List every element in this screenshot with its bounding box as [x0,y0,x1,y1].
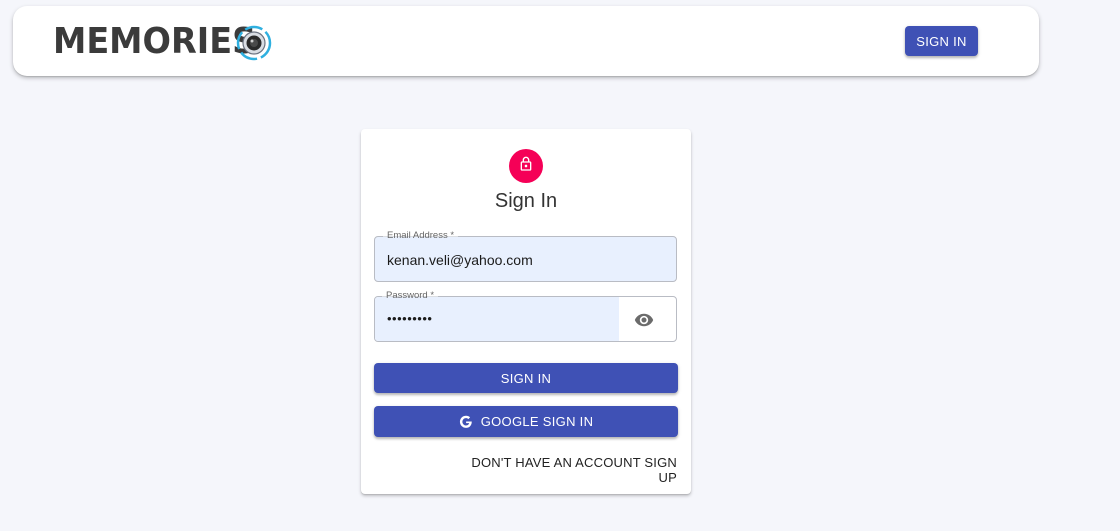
brand-title: MEMORIES [53,21,257,62]
email-value[interactable]: kenan.veli@yahoo.com [387,251,533,269]
email-field[interactable]: Email Address * kenan.veli@yahoo.com [374,230,677,282]
card-title: Sign In [494,190,558,212]
password-label: Password * [382,290,439,302]
lock-avatar [509,149,543,183]
camera-lens-icon [236,25,272,61]
header-sign-in-button[interactable]: SIGN IN [905,26,978,56]
google-g-icon [459,415,473,429]
brand[interactable]: MEMORIES [53,21,272,62]
lock-icon [518,156,534,177]
email-label: Email Address * [383,230,459,242]
password-value[interactable]: ••••••••• [387,310,432,328]
google-sign-in-label: GOOGLE SIGN IN [480,414,594,429]
sign-in-button[interactable]: SIGN IN [374,363,678,393]
app-bar: MEMORIES SIGN IN [13,6,1039,76]
eye-icon[interactable] [631,307,657,333]
sign-up-link[interactable]: DON'T HAVE AN ACCOUNT SIGN UP [457,455,677,485]
password-field[interactable]: ••••••••• [374,296,677,342]
sign-in-card: Sign In Email Address * kenan.veli@yahoo… [361,129,691,494]
google-sign-in-button[interactable]: GOOGLE SIGN IN [374,406,678,437]
